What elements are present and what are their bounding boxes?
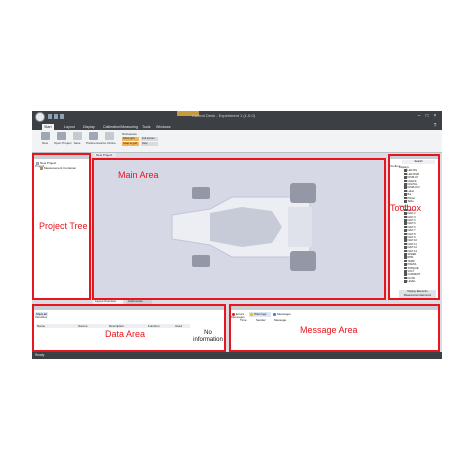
status-text: Ready xyxy=(35,353,45,357)
stop-button[interactable]: Stop xyxy=(141,142,158,146)
instrument-icon xyxy=(404,179,407,183)
no-information-text: No information xyxy=(193,330,223,343)
wheel-rear-right xyxy=(290,251,316,271)
column-time[interactable]: Time xyxy=(240,318,247,322)
instrument-icon xyxy=(404,246,407,249)
full-screen-button[interactable]: Full screen xyxy=(141,137,158,141)
instrument-icon xyxy=(404,229,407,232)
new-icon xyxy=(40,132,50,140)
instrument-icon xyxy=(404,280,407,283)
toolbox-item[interactable]: LEVEL xyxy=(404,280,416,283)
column-used[interactable]: Used xyxy=(175,324,182,328)
project-tree-title: Project xyxy=(33,154,91,168)
instrument-icon xyxy=(404,183,407,186)
instrument-icon xyxy=(404,263,407,266)
column-message[interactable]: Message xyxy=(274,318,286,322)
ribbon-tabs: Start Layout Display Calibration/Measuri… xyxy=(32,123,442,130)
show-grid-toggle[interactable]: Show grid xyxy=(122,137,139,141)
instrument-icon xyxy=(404,266,407,270)
wheel-rear-left xyxy=(290,183,316,203)
column-source[interactable]: Source xyxy=(78,324,88,328)
instrument-icon xyxy=(404,253,407,256)
snap-to-grid-toggle[interactable]: Snap to grid xyxy=(122,142,139,146)
instrument-icon xyxy=(404,273,407,276)
tree-item-project[interactable]: New Project xyxy=(36,161,56,165)
column-sender[interactable]: Sender xyxy=(256,318,266,322)
instrument-icon xyxy=(404,270,407,273)
instrument-icon xyxy=(404,239,407,242)
data-area-title: Variables xyxy=(33,305,225,319)
quick-save-icon[interactable] xyxy=(48,114,52,119)
instrument-icon xyxy=(404,186,407,189)
wheel-front-right xyxy=(192,255,210,267)
maximize-icon[interactable]: □ xyxy=(424,113,430,119)
ribbon: New Open Project Save Preferences Go Onl… xyxy=(32,130,442,153)
app-menu-button[interactable] xyxy=(35,112,45,122)
warning-icon xyxy=(250,313,253,316)
settings-icon xyxy=(88,132,98,140)
error-icon xyxy=(232,313,235,316)
tab-errors[interactable]: Errors xyxy=(231,312,249,317)
instrument-icon xyxy=(404,276,407,280)
minimize-icon[interactable]: – xyxy=(416,113,422,119)
tree-item-measurement-container[interactable]: Measurement Container xyxy=(40,166,76,170)
project-tree-label: Project Tree xyxy=(39,221,88,231)
main-area-label: Main Area xyxy=(118,170,159,180)
show-all-filter[interactable]: Show all xyxy=(35,312,48,316)
instrument-icon xyxy=(404,222,407,225)
save-icon xyxy=(72,132,82,140)
help-icon[interactable]: ? xyxy=(432,123,438,129)
preferences-button[interactable]: Preferences xyxy=(86,132,102,150)
wheel-front-left xyxy=(192,187,210,199)
project-icon xyxy=(36,161,39,165)
data-area-pane: Variables Show all xyxy=(33,305,225,351)
instrument-icon xyxy=(404,189,407,193)
instrument-icon xyxy=(404,249,407,253)
quick-undo-icon[interactable] xyxy=(54,114,58,119)
instrument-icon xyxy=(404,242,407,246)
info-icon xyxy=(273,313,276,316)
instrument-icon xyxy=(404,256,407,259)
new-button[interactable]: New xyxy=(38,132,52,150)
message-area-label: Message Area xyxy=(300,325,358,335)
toolbox-search[interactable]: Search xyxy=(402,160,435,164)
title-bar: Control Desk - Experiment 1 (1.0.0) – □ … xyxy=(32,111,442,123)
online-icon xyxy=(104,132,114,140)
instrument-icon xyxy=(404,172,407,176)
instrument-icon xyxy=(404,225,407,229)
status-bar: Ready xyxy=(32,352,442,359)
instrument-icon xyxy=(404,215,407,219)
instrument-icon xyxy=(404,236,407,239)
instrument-icon xyxy=(404,169,407,172)
data-area-label: Data Area xyxy=(105,329,146,339)
column-description[interactable]: Description xyxy=(109,324,124,328)
message-area-title: Messages xyxy=(229,305,439,319)
workspace-group: Workspace Show grid Snap to grid Full sc… xyxy=(122,132,162,150)
instrument-icon xyxy=(404,176,407,179)
column-name[interactable]: Name xyxy=(37,324,45,328)
column-function[interactable]: Function xyxy=(148,324,160,328)
folder-open-icon xyxy=(56,132,66,140)
container-icon xyxy=(40,166,43,170)
quick-redo-icon[interactable] xyxy=(60,114,64,119)
open-project-button[interactable]: Open Project xyxy=(54,132,72,150)
toolbox-label: Toolbox xyxy=(390,203,422,213)
tab-layout-overview[interactable]: Layout Overview xyxy=(93,299,123,304)
instrument-icon xyxy=(404,232,407,236)
toolbox-title: Toolbox xyxy=(388,154,440,168)
save-button[interactable]: Save xyxy=(70,132,84,150)
data-grid-header: Name Source Description Function Used xyxy=(36,324,190,328)
toolbox-section-button[interactable]: Calibration Elements xyxy=(399,298,436,302)
instrument-icon xyxy=(404,219,407,222)
go-online-button[interactable]: Go Online xyxy=(102,132,116,150)
instrument-icon xyxy=(404,259,407,263)
instrument-icon xyxy=(404,196,407,200)
tab-instruments[interactable]: Instruments xyxy=(126,299,152,304)
tab-messages[interactable]: Messages xyxy=(272,312,296,317)
window-title: Control Desk - Experiment 1 (1.0.0) xyxy=(192,113,255,118)
close-icon[interactable]: × xyxy=(432,113,438,119)
tab-warnings[interactable]: Warnings xyxy=(249,312,271,317)
instrument-icon xyxy=(404,193,407,196)
